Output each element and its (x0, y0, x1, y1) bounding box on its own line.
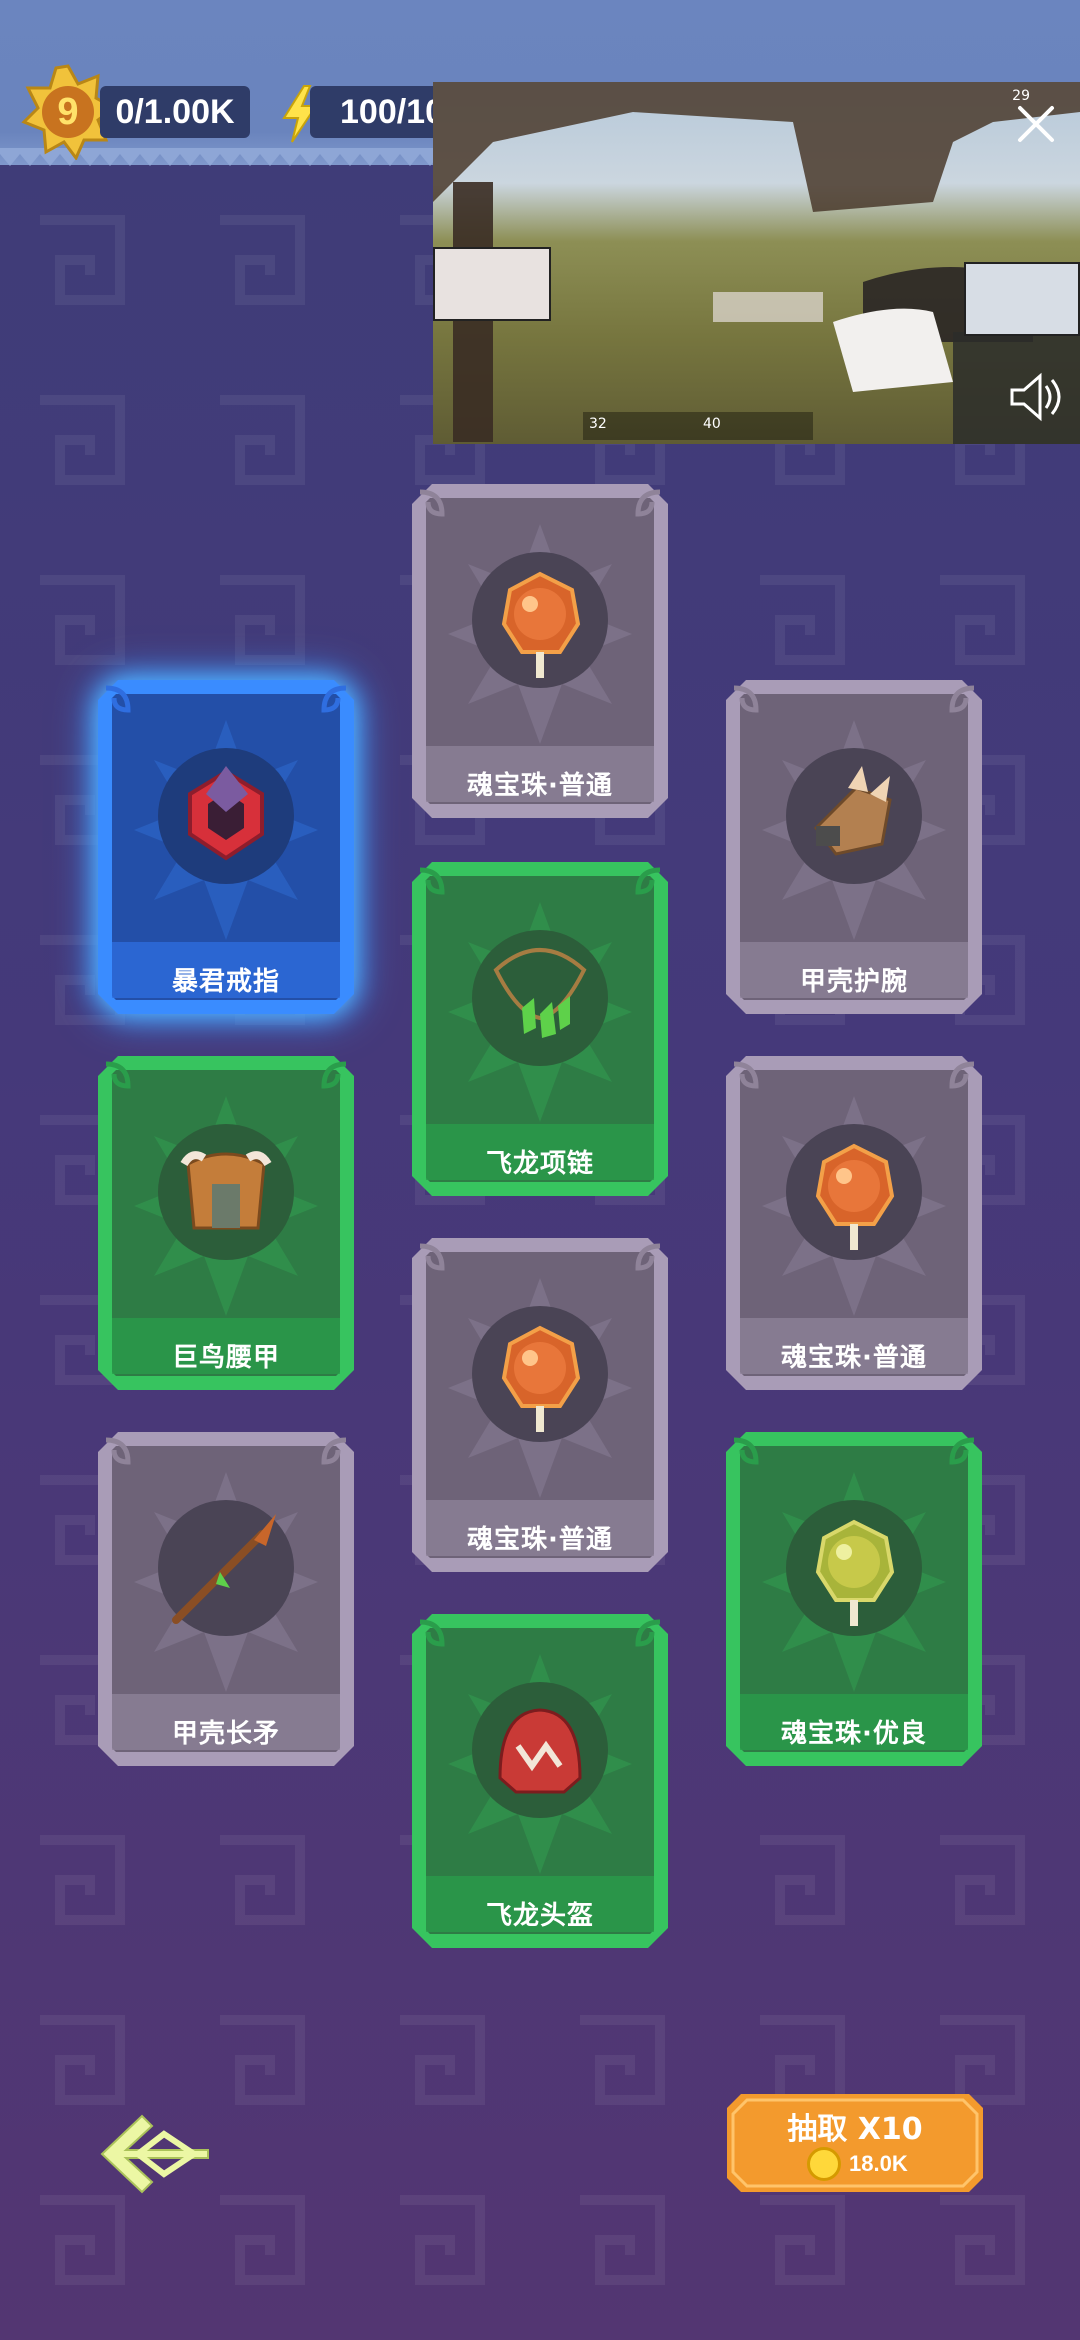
card-name: 暴君戒指 (171, 967, 280, 997)
card-name: 魂宝珠·优良 (781, 1719, 927, 1749)
card-name: 魂宝珠·普通 (781, 1343, 927, 1373)
draw-button-label: 抽取 X10 (787, 2112, 923, 2147)
card-name: 魂宝珠·普通 (467, 1525, 613, 1555)
card-name: 甲壳长矛 (171, 1719, 280, 1749)
reward-card[interactable]: 魂宝珠·普通 (412, 484, 668, 818)
reward-card[interactable]: 甲壳长矛 (98, 1432, 354, 1766)
back-arrow-button[interactable] (98, 2112, 216, 2196)
helmet-icon (498, 1708, 582, 1794)
reward-card[interactable]: 魂宝珠·普通 (726, 1056, 982, 1390)
orb-icon (815, 1519, 895, 1626)
reward-card[interactable]: 甲壳护腕 (726, 680, 982, 1014)
ring-icon (188, 766, 264, 861)
floating-video-player[interactable]: 32 40 29 (433, 82, 1080, 444)
xp-counter: 0/1.00K (100, 86, 250, 138)
game-hud-strip: 32 40 (583, 412, 813, 440)
orb-icon (501, 1325, 581, 1432)
draw-x10-button[interactable]: 抽取 X10 18.0K (727, 2094, 983, 2192)
reward-card[interactable]: 巨鸟腰甲 (98, 1056, 354, 1390)
streamer-camera-right (964, 262, 1080, 336)
draw-cost-value: 18.0K (849, 2151, 908, 2176)
streamer-camera-left (433, 247, 551, 321)
card-name: 魂宝珠·普通 (467, 771, 613, 801)
reward-card[interactable]: 飞龙头盔 (412, 1614, 668, 1948)
spear-icon (172, 1514, 276, 1624)
speed-readout: 32 (589, 416, 607, 432)
reward-card[interactable]: 魂宝珠·普通 (412, 1238, 668, 1572)
card-name: 甲壳护腕 (799, 967, 908, 997)
reward-card[interactable]: 飞龙项链 (412, 862, 668, 1196)
necklace-icon (493, 948, 587, 1038)
draw-cost: 18.0K (807, 2146, 908, 2182)
reward-card[interactable]: 暴君戒指 (98, 680, 354, 1014)
card-name: 巨鸟腰甲 (171, 1343, 280, 1373)
close-icon[interactable] (1014, 102, 1058, 146)
coin-icon (807, 2147, 841, 2181)
bracer-icon (814, 766, 892, 856)
orb-icon (815, 1143, 895, 1250)
speaker-icon[interactable] (1004, 368, 1062, 426)
orb-icon (501, 571, 581, 678)
card-name: 飞龙项链 (485, 1149, 594, 1179)
card-name: 飞龙头盔 (485, 1901, 594, 1931)
armor-icon (180, 1151, 272, 1230)
reward-card[interactable]: 魂宝珠·优良 (726, 1432, 982, 1766)
ammo-readout: 40 (703, 416, 721, 432)
